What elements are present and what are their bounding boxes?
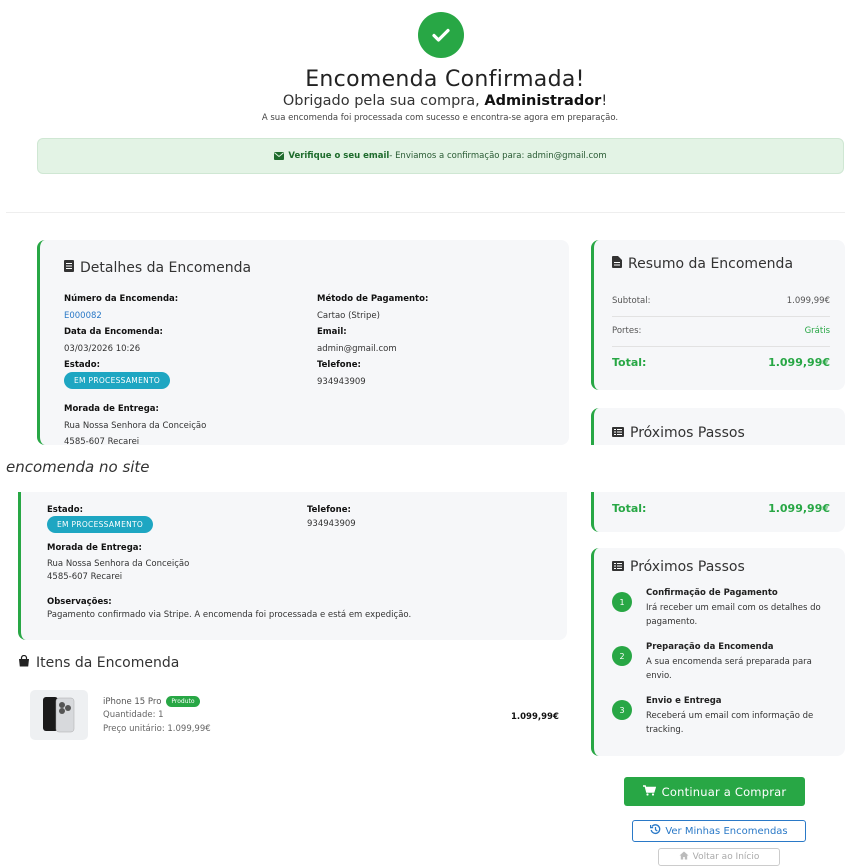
subtotal-label: Subtotal: (612, 296, 651, 306)
payment-label: Método de Pagamento: (317, 294, 429, 304)
total-label: Total: (612, 356, 647, 369)
home-icon (679, 851, 689, 863)
product-badge: Produto (166, 696, 200, 707)
email-value: admin@gmail.com (317, 344, 397, 354)
items-title: Itens da Encomenda (36, 655, 180, 671)
order-number[interactable]: E000082 (64, 311, 102, 321)
status-badge: EM PROCESSAMENTO (47, 516, 154, 533)
file-icon (612, 256, 622, 272)
total-value: 1.099,99€ (768, 502, 830, 515)
total-value: 1.099,99€ (768, 356, 830, 369)
order-summary-card: Resumo da Encomenda Subtotal: 1.099,99€ … (591, 240, 845, 390)
order-description: A sua encomenda foi processada com suces… (261, 113, 619, 123)
address-line2: 4585-607 Recarei (47, 572, 123, 582)
product-name[interactable]: iPhone 15 Pro Produto (103, 696, 200, 707)
step-desc: Receberá um email com informação de (646, 711, 814, 721)
step-title: Confirmação de Pagamento (646, 588, 778, 598)
status-badge: EM PROCESSAMENTO (64, 372, 171, 389)
step-number: 1 (612, 592, 632, 612)
address-line2: 4585-607 Recarei (64, 437, 140, 445)
address-label: Morada de Entrega: (47, 543, 142, 553)
back-home-button[interactable]: Voltar ao Início (658, 848, 780, 866)
next-steps-card: Próximos Passos 1 Confirmação de Pagamen… (591, 548, 845, 756)
continue-shopping-button[interactable]: Continuar a Comprar (624, 777, 805, 806)
back-home-label: Voltar ao Início (692, 852, 760, 862)
divider (6, 212, 845, 213)
status-label: Estado: (64, 360, 100, 370)
shopping-bag-icon (18, 654, 30, 671)
details-title: Detalhes da Encomenda (80, 260, 252, 276)
user-name: Administrador (484, 93, 602, 109)
address-line1: Rua Nossa Senhora da Conceição (64, 421, 207, 431)
status-label: Estado: (47, 505, 83, 515)
subtotal-value: 1.099,99€ (786, 296, 830, 306)
payment-method: Cartao (Stripe) (317, 311, 380, 321)
step-title: Preparação da Encomenda (646, 642, 774, 652)
email-alert: Verifique o seu email - Enviamos a confi… (37, 138, 844, 174)
address-label: Morada de Entrega: (64, 404, 159, 414)
step-desc: envio. (646, 671, 672, 681)
step-desc: A sua encomenda será preparada para (646, 657, 812, 667)
product-quantity: Quantidade: 1 (103, 710, 164, 720)
screenshot-caption: encomenda no site (6, 458, 150, 476)
product-unit-price: Preço unitário: 1.099,99€ (103, 724, 211, 734)
next-steps-title: Próximos Passos (630, 559, 745, 575)
view-orders-button[interactable]: Ver Minhas Encomendas (632, 820, 806, 842)
cart-icon (642, 784, 656, 799)
alert-strong: Verifique o seu email (288, 151, 390, 161)
step-number: 2 (612, 646, 632, 666)
phone-label: Telefone: (317, 360, 361, 370)
phone-value: 934943909 (307, 519, 356, 529)
shipping-label: Portes: (612, 326, 642, 336)
notes-label: Observações: (47, 597, 112, 607)
order-date: 03/03/2026 10:26 (64, 344, 141, 354)
order-details-card-bottom: Estado: EM PROCESSAMENTO Morada de Entre… (18, 492, 567, 640)
summary-title: Resumo da Encomenda (628, 256, 794, 272)
step-title: Envio e Entrega (646, 696, 722, 706)
shipping-value: Grátis (804, 326, 830, 336)
order-item: iPhone 15 Pro Produto Quantidade: 1 Preço… (30, 690, 570, 742)
success-check-icon (418, 12, 464, 58)
step-number: 3 (612, 700, 632, 720)
notes-value: Pagamento confirmado via Stripe. A encom… (47, 610, 412, 620)
next-steps-title: Próximos Passos (630, 425, 745, 441)
order-number-label: Número da Encomenda: (64, 294, 179, 304)
view-orders-label: Ver Minhas Encomendas (665, 825, 788, 837)
list-icon (612, 425, 624, 441)
step-desc: Irá receber um email com os detalhes do (646, 603, 821, 613)
continue-shopping-label: Continuar a Comprar (661, 784, 787, 799)
summary-divider (612, 346, 830, 347)
thanks-message: Obrigado pela sua compra, Administrador! (282, 93, 608, 109)
step-desc: tracking. (646, 725, 684, 735)
page-title: Encomenda Confirmada! (305, 67, 585, 92)
alert-text: - Enviamos a confirmação para: admin@gma… (389, 151, 607, 161)
phone-label: Telefone: (307, 505, 351, 515)
address-line1: Rua Nossa Senhora da Conceição (47, 559, 190, 569)
next-steps-card-top: Próximos Passos (591, 408, 845, 445)
email-label: Email: (317, 327, 347, 337)
order-details-card-top: Detalhes da Encomenda Número da Encomend… (37, 240, 569, 445)
phone-value: 934943909 (317, 377, 366, 387)
envelope-icon (274, 152, 285, 160)
product-total: 1.099,99€ (511, 712, 559, 722)
list-icon (612, 559, 624, 575)
history-icon (650, 824, 661, 838)
total-label: Total: (612, 502, 647, 515)
phone-image-icon (43, 697, 75, 733)
order-summary-card-bottom: Total: 1.099,99€ (591, 492, 845, 532)
order-date-label: Data da Encomenda: (64, 327, 163, 337)
step-desc: pagamento. (646, 617, 698, 627)
document-icon (64, 260, 74, 276)
summary-divider (612, 316, 830, 317)
product-thumbnail[interactable] (30, 690, 88, 740)
